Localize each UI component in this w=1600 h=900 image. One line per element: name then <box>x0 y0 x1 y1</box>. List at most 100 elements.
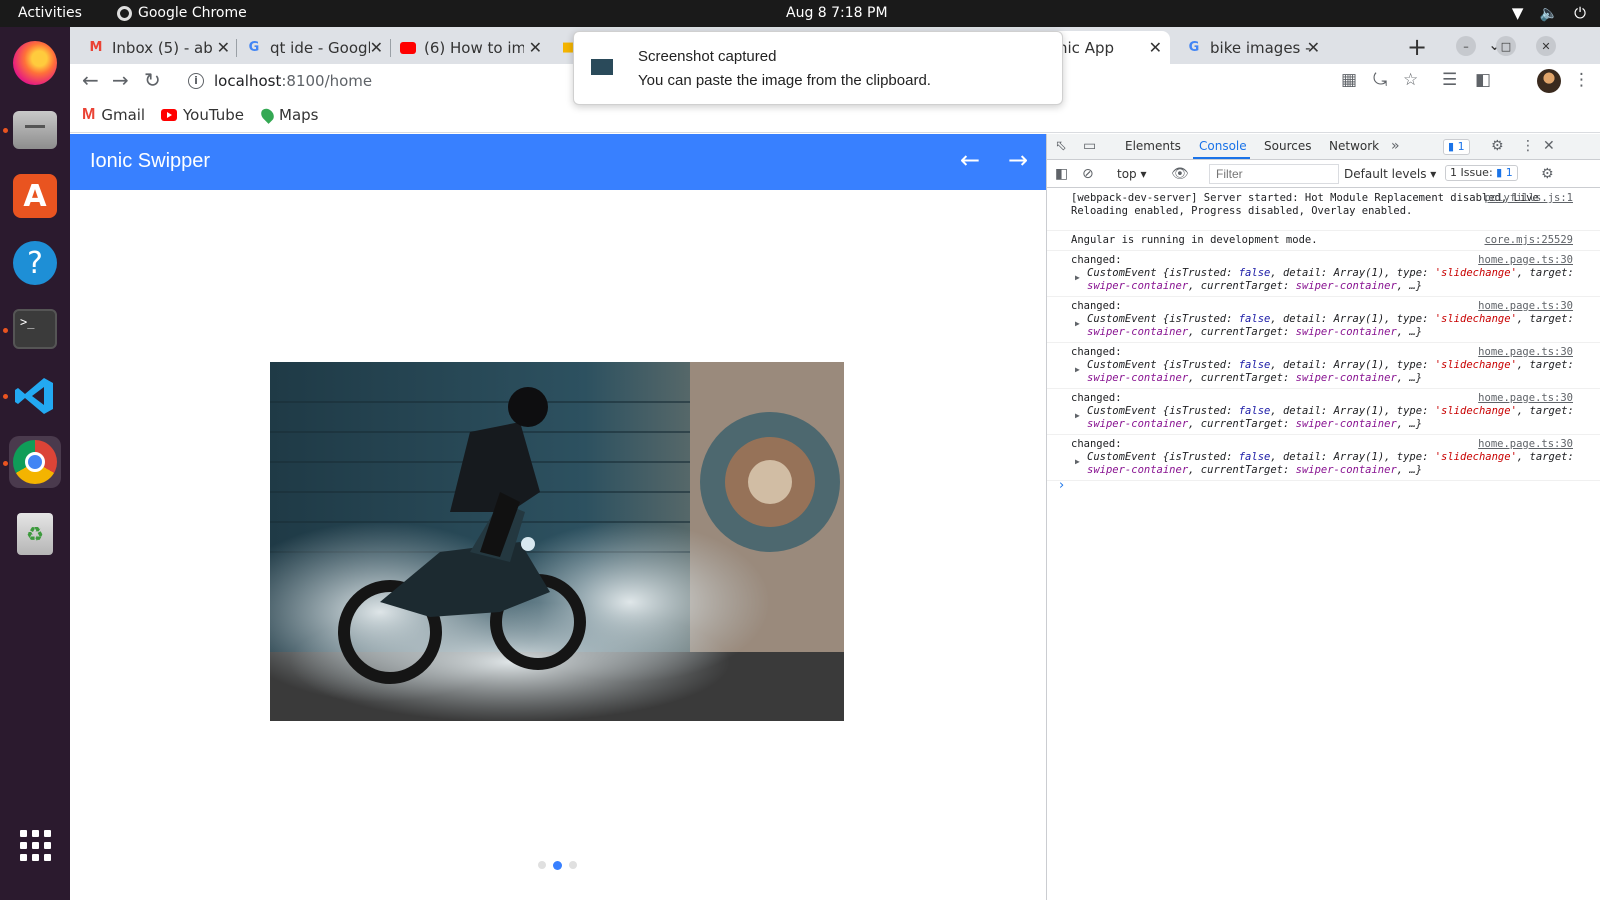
tab-bike-images[interactable]: G bike images - G ✕ <box>1176 31 1328 64</box>
log-levels-select[interactable]: Default levels ▾ <box>1344 167 1436 181</box>
next-slide-button[interactable]: → <box>1008 146 1028 174</box>
more-tabs-icon[interactable]: » <box>1391 138 1400 154</box>
wifi-icon[interactable]: ▼ <box>1512 4 1524 22</box>
maximize-button[interactable]: □ <box>1496 36 1516 56</box>
screenshot-notification[interactable]: Screenshot captured You can paste the im… <box>573 31 1063 105</box>
console-settings-icon[interactable]: ⚙ <box>1541 166 1554 182</box>
close-tab-icon[interactable]: ✕ <box>1149 38 1162 57</box>
expand-triangle-icon[interactable]: ▶ <box>1075 409 1080 422</box>
console-message[interactable]: changed: home.page.ts:30 ▶ CustomEvent {i… <box>1047 343 1600 389</box>
forward-button[interactable]: → <box>112 68 129 92</box>
share-icon[interactable]: ⤿ <box>1373 70 1387 90</box>
context-select[interactable]: top ▾ <box>1117 167 1147 181</box>
log-source-link[interactable]: home.page.ts:30 <box>1478 392 1573 405</box>
tab-network[interactable]: Network <box>1329 139 1379 153</box>
log-source-link[interactable]: home.page.ts:30 <box>1478 254 1573 267</box>
files-icon <box>13 111 57 149</box>
clock[interactable]: Aug 8 7:18 PM <box>786 5 888 21</box>
console-prompt[interactable]: › <box>1059 478 1064 493</box>
close-window-button[interactable]: ✕ <box>1536 36 1556 56</box>
close-tab-icon[interactable]: ✕ <box>1307 38 1320 57</box>
tab-youtube[interactable]: (6) How to imp ✕ <box>390 31 550 64</box>
event-object[interactable]: ▶ CustomEvent {isTrusted: false, detail: … <box>1071 359 1577 385</box>
dock-software[interactable]: A <box>9 170 61 222</box>
volume-icon[interactable]: 🔈 <box>1539 4 1558 22</box>
device-toolbar-icon[interactable]: ▭ <box>1083 138 1096 154</box>
sidebar-toggle-icon[interactable]: ◧ <box>1055 166 1068 182</box>
back-button[interactable]: ← <box>82 68 99 92</box>
gmail-icon: M <box>82 106 96 123</box>
event-object[interactable]: ▶ CustomEvent {isTrusted: false, detail: … <box>1071 405 1577 431</box>
bookmark-gmail[interactable]: M Gmail <box>82 106 145 124</box>
side-panel-icon[interactable]: ◧ <box>1475 70 1491 90</box>
close-tab-icon[interactable]: ✕ <box>529 38 542 57</box>
event-object[interactable]: ▶ CustomEvent {isTrusted: false, detail: … <box>1071 451 1577 477</box>
log-source-link[interactable]: home.page.ts:30 <box>1478 300 1573 313</box>
expand-triangle-icon[interactable]: ▶ <box>1075 455 1080 468</box>
console-message[interactable]: Angular is running in development mode. … <box>1047 231 1600 251</box>
dock-chrome[interactable] <box>9 436 61 488</box>
tab-sources[interactable]: Sources <box>1264 139 1311 153</box>
activities-button[interactable]: Activities <box>18 5 82 21</box>
pagination-dot-active[interactable] <box>553 861 562 870</box>
close-tab-icon[interactable]: ✕ <box>217 38 230 57</box>
bookmark-youtube[interactable]: YouTube <box>161 106 244 124</box>
profile-avatar[interactable] <box>1537 69 1561 93</box>
tab-elements[interactable]: Elements <box>1125 139 1181 153</box>
close-tab-icon[interactable]: ✕ <box>370 38 383 57</box>
running-indicator <box>3 394 8 399</box>
dock-terminal[interactable]: >_ <box>9 303 61 355</box>
tab-console[interactable]: Console <box>1199 139 1247 153</box>
bookmark-star-icon[interactable]: ☆ <box>1403 70 1418 90</box>
live-expression-eye-icon[interactable]: 👁 <box>1171 166 1189 182</box>
dock-vscode[interactable] <box>9 370 61 422</box>
dock-firefox[interactable] <box>9 37 61 89</box>
reading-list-icon[interactable]: ☰ <box>1442 70 1457 90</box>
expand-triangle-icon[interactable]: ▶ <box>1075 317 1080 330</box>
devtools-menu-icon[interactable]: ⋮ <box>1521 138 1535 154</box>
console-message[interactable]: changed: home.page.ts:30 ▶ CustomEvent {i… <box>1047 297 1600 343</box>
prev-slide-button[interactable]: ← <box>960 146 980 174</box>
log-source-link[interactable]: home.page.ts:30 <box>1478 346 1573 359</box>
reload-button[interactable]: ↻ <box>144 68 161 92</box>
event-object[interactable]: ▶ CustomEvent {isTrusted: false, detail: … <box>1071 313 1577 339</box>
notification-title: Screenshot captured <box>638 48 777 65</box>
translate-icon[interactable]: ▦ <box>1341 70 1357 90</box>
active-app-menu[interactable]: Google Chrome <box>117 5 247 21</box>
site-info-icon[interactable]: i <box>188 73 204 89</box>
running-indicator <box>3 128 8 133</box>
settings-gear-icon[interactable]: ⚙ <box>1491 138 1504 154</box>
tab-google-search[interactable]: G qt ide - Google ✕ <box>236 31 391 64</box>
event-object[interactable]: ▶ CustomEvent {isTrusted: false, detail: … <box>1071 267 1577 293</box>
google-icon: G <box>248 40 260 55</box>
pagination-dot[interactable] <box>538 861 546 869</box>
inspect-element-icon[interactable]: ⬁ <box>1055 138 1067 154</box>
clear-console-icon[interactable]: ⊘ <box>1082 166 1094 182</box>
messages-badge[interactable]: ▮ 1 <box>1443 139 1470 155</box>
console-message[interactable]: changed: home.page.ts:30 ▶ CustomEvent {i… <box>1047 435 1600 481</box>
log-source-link[interactable]: home.page.ts:30 <box>1478 438 1573 451</box>
log-source-link[interactable]: core.mjs:25529 <box>1484 234 1573 247</box>
system-tray[interactable]: ▼ 🔈 ⏻ <box>1512 4 1586 22</box>
show-applications-button[interactable] <box>9 819 61 871</box>
tab-gmail[interactable]: M Inbox (5) - abb ✕ <box>78 31 238 64</box>
issues-button[interactable]: 1 Issue: ▮ 1 <box>1445 165 1518 181</box>
console-message[interactable]: changed: home.page.ts:30 ▶ CustomEvent {i… <box>1047 251 1600 297</box>
dock-help[interactable]: ? <box>9 237 61 289</box>
expand-triangle-icon[interactable]: ▶ <box>1075 363 1080 376</box>
new-tab-button[interactable]: + <box>1407 33 1427 61</box>
expand-triangle-icon[interactable]: ▶ <box>1075 271 1080 284</box>
dock-files[interactable] <box>9 104 61 156</box>
bookmark-maps[interactable]: Maps <box>258 106 318 124</box>
console-message[interactable]: [webpack-dev-server] Server started: Hot… <box>1047 189 1600 231</box>
dock-trash[interactable]: ♻ <box>9 508 61 560</box>
bike-slide-image[interactable] <box>270 362 844 721</box>
minimize-button[interactable]: – <box>1456 36 1476 56</box>
chrome-menu-icon[interactable]: ⋮ <box>1573 70 1590 90</box>
close-devtools-icon[interactable]: ✕ <box>1543 138 1555 154</box>
pagination-dot[interactable] <box>569 861 577 869</box>
console-filter-input[interactable] <box>1209 164 1339 184</box>
power-icon[interactable]: ⏻ <box>1574 4 1586 22</box>
console-message[interactable]: changed: home.page.ts:30 ▶ CustomEvent {i… <box>1047 389 1600 435</box>
log-source-link[interactable]: polyfills.js:1 <box>1484 192 1573 205</box>
